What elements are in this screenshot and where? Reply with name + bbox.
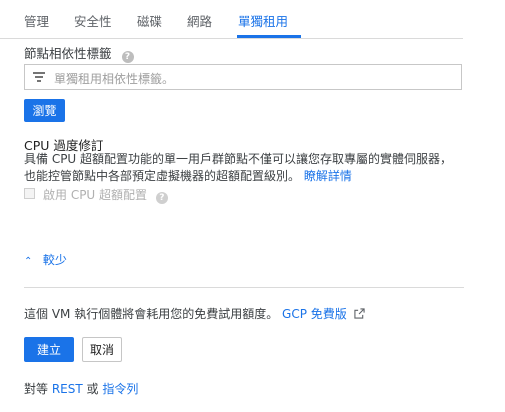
enable-cpu-overcommit-checkbox[interactable] xyxy=(24,188,35,199)
tab-disks[interactable]: 磁碟 xyxy=(137,11,162,30)
equivalent-or: 或 xyxy=(86,382,99,396)
help-icon[interactable]: ? xyxy=(155,192,168,204)
cpu-overcommit-description: 具備 CPU 超額配置功能的單一用戶群節點不僅可以讓您存取專屬的實體伺服器，也能… xyxy=(24,151,464,185)
node-affinity-input[interactable]: 單獨租用相依性標籤。 xyxy=(24,64,462,90)
show-less-label: 較少 xyxy=(42,253,67,267)
tab-security[interactable]: 安全性 xyxy=(74,11,112,30)
divider xyxy=(24,287,464,288)
free-trial-notice: 這個 VM 執行個體將會耗用您的免費試用額度。 GCP 免費版 xyxy=(24,305,365,322)
free-trial-text: 這個 VM 執行個體將會耗用您的免費試用額度。 xyxy=(24,307,279,321)
gcp-free-tier-link[interactable]: GCP 免費版 xyxy=(282,307,347,321)
learn-more-link[interactable]: 瞭解詳情 xyxy=(304,169,352,183)
chevron-up-icon: ⌃ xyxy=(24,256,33,267)
active-tab-indicator xyxy=(237,35,301,38)
tab-bar: 管理 安全性 磁碟 網路 單獨租用 xyxy=(0,0,463,39)
equivalent-prefix: 對等 xyxy=(24,382,49,396)
filter-icon xyxy=(33,71,45,83)
rest-link[interactable]: REST xyxy=(52,382,83,396)
equivalent-row: 對等 REST 或 指令列 xyxy=(24,380,138,397)
tab-sole-tenancy[interactable]: 單獨租用 xyxy=(238,11,288,30)
node-affinity-label-row: 節點相依性標籤 ? xyxy=(24,43,134,63)
enable-cpu-overcommit-label: 啟用 CPU 超額配置 xyxy=(43,188,148,202)
node-affinity-label: 節點相依性標籤 xyxy=(24,46,112,61)
command-line-link[interactable]: 指令列 xyxy=(102,382,138,396)
tab-networking[interactable]: 網路 xyxy=(187,11,212,30)
create-button[interactable]: 建立 xyxy=(24,337,74,362)
enable-cpu-overcommit-label-row: 啟用 CPU 超額配置 ? xyxy=(43,186,168,204)
node-affinity-placeholder: 單獨租用相依性標籤。 xyxy=(54,72,175,86)
show-less-toggle[interactable]: ⌃ 較少 xyxy=(24,251,67,268)
cancel-button[interactable]: 取消 xyxy=(82,337,122,362)
browse-button[interactable]: 瀏覽 xyxy=(24,99,65,122)
cpu-overcommit-description-text: 具備 CPU 超額配置功能的單一用戶群節點不僅可以讓您存取專屬的實體伺服器，也能… xyxy=(24,152,453,183)
tab-management[interactable]: 管理 xyxy=(24,11,49,30)
help-icon[interactable]: ? xyxy=(121,51,134,63)
open-in-new-icon xyxy=(353,308,365,319)
